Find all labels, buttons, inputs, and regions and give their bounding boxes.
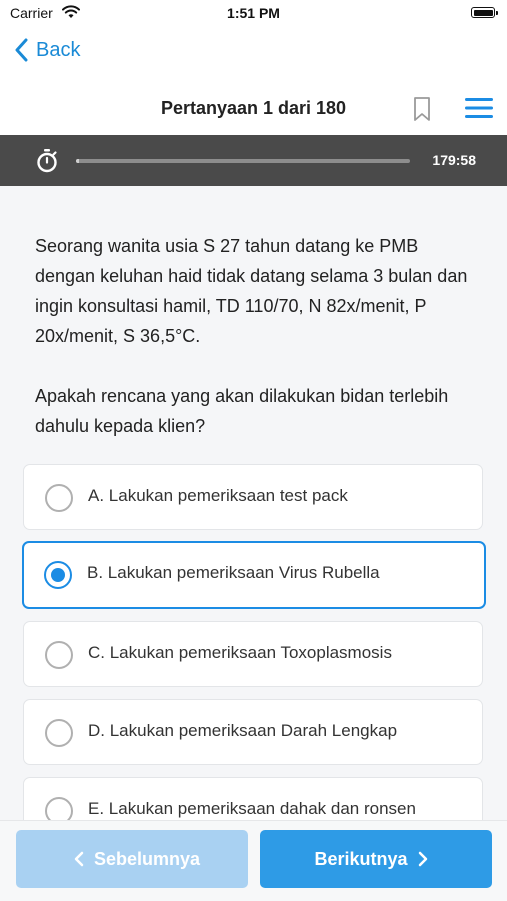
bookmark-icon[interactable] xyxy=(412,96,432,127)
navigation-bar: Back Pertanyaan 1 dari 180 xyxy=(0,28,507,135)
radio-button-icon[interactable] xyxy=(45,641,73,669)
back-label: Back xyxy=(36,38,81,61)
answer-option-b[interactable]: B. Lakukan pemeriksaan Virus Rubella xyxy=(22,541,486,609)
battery-icon xyxy=(471,7,498,18)
answer-option-a[interactable]: A. Lakukan pemeriksaan test pack xyxy=(23,464,483,530)
time-progress-fill xyxy=(76,159,80,163)
answer-option-c[interactable]: C. Lakukan pemeriksaan Toxoplasmosis xyxy=(23,621,483,687)
radio-button-selected-icon[interactable] xyxy=(44,561,72,589)
question-prompt: Apakah rencana yang akan dilakukan bidan… xyxy=(35,386,449,436)
answer-option-label: A. Lakukan pemeriksaan test pack xyxy=(88,486,348,505)
chevron-left-icon xyxy=(15,38,28,62)
question-text: Seorang wanita usia S 27 tahun datang ke… xyxy=(35,231,475,441)
stopwatch-icon xyxy=(36,149,58,178)
answer-option-label: B. Lakukan pemeriksaan Virus Rubella xyxy=(87,563,380,582)
back-button[interactable]: Back xyxy=(14,38,80,62)
status-bar: Carrier 1:51 PM xyxy=(0,0,507,28)
answer-option-label: D. Lakukan pemeriksaan Darah Lengkap xyxy=(88,721,398,740)
radio-button-icon[interactable] xyxy=(45,719,73,747)
time-progress-bar xyxy=(76,159,410,163)
timer-bar: 179:58 xyxy=(0,135,507,186)
chevron-right-icon xyxy=(418,851,427,867)
bottom-navigation: Sebelumnya Berikutnya xyxy=(0,820,507,901)
answer-option-d[interactable]: D. Lakukan pemeriksaan Darah Lengkap xyxy=(23,699,483,765)
chevron-left-icon xyxy=(74,851,84,867)
radio-button-icon[interactable] xyxy=(45,484,73,512)
previous-button-label: Sebelumnya xyxy=(93,848,201,869)
answer-option-label: C. Lakukan pemeriksaan Toxoplasmosis xyxy=(88,643,392,662)
answer-option-label: E. Lakukan pemeriksaan dahak dan ronsen xyxy=(88,799,416,818)
status-time: 1:51 PM xyxy=(227,5,280,21)
timer-text: 179:58 xyxy=(432,152,476,168)
next-button-label: Berikutnya xyxy=(314,848,408,869)
hamburger-menu-icon[interactable] xyxy=(465,96,493,125)
previous-button[interactable]: Sebelumnya xyxy=(16,830,248,888)
next-button[interactable]: Berikutnya xyxy=(260,830,492,888)
question-paragraph: Seorang wanita usia S 27 tahun datang ke… xyxy=(35,236,468,346)
